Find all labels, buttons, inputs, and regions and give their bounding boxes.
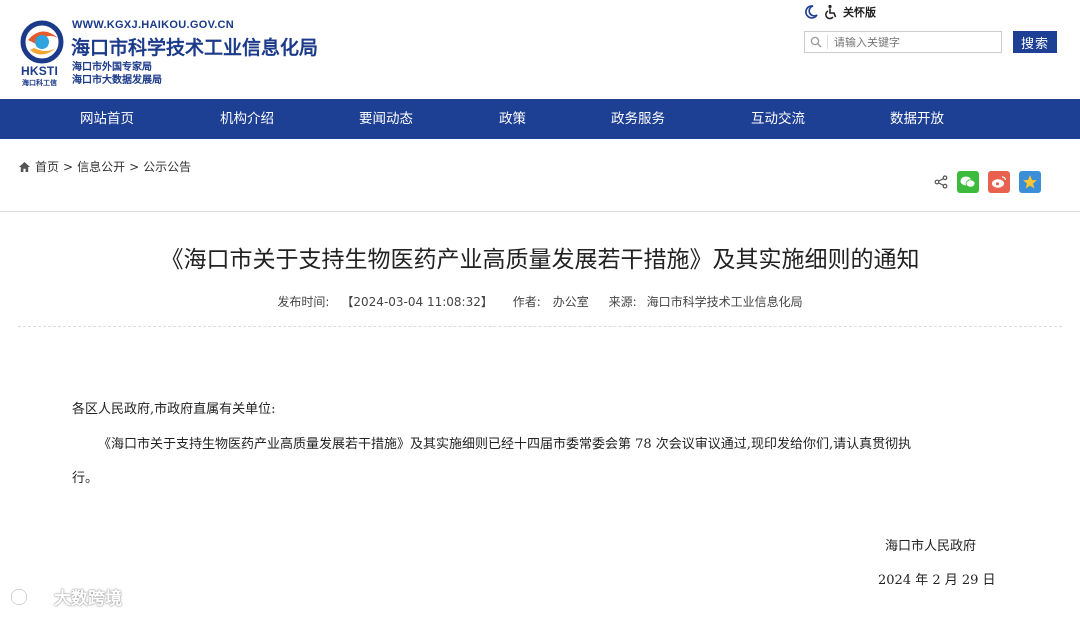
care-mode-link[interactable]: 关怀版 — [803, 3, 876, 21]
meta-divider — [18, 326, 1062, 327]
search-input[interactable] — [827, 35, 994, 49]
breadcrumb-home[interactable]: 首页 — [35, 158, 59, 175]
accessibility-moon-icon — [805, 5, 818, 19]
body-paragraph-line2: 行。 — [72, 471, 99, 486]
wheelchair-icon — [825, 4, 837, 20]
nav-item-home[interactable]: 网站首页 — [80, 99, 134, 139]
watermark-text: 大数跨境 — [54, 589, 122, 609]
site-title[interactable]: 海口市科学技术工业信息化局 — [71, 33, 318, 60]
signature-date: 2024 年 2 月 29 日 — [878, 573, 996, 588]
logo-text: HKSTI — [21, 64, 58, 78]
salutation: 各区人民政府,市政府直属有关单位: — [72, 402, 276, 417]
nav-item-about[interactable]: 机构介绍 — [220, 99, 274, 139]
search-icon — [805, 36, 827, 48]
weibo-share-icon[interactable] — [988, 171, 1010, 193]
nav-item-news[interactable]: 要闻动态 — [359, 99, 413, 139]
watermark: 大数跨境 — [10, 584, 122, 609]
breadcrumb-separator: > — [63, 159, 74, 174]
nav-item-interaction[interactable]: 互动交流 — [751, 99, 805, 139]
watermark-logo-icon — [10, 588, 43, 605]
wechat-share-icon[interactable] — [957, 171, 979, 193]
breadcrumb-separator: > — [129, 159, 140, 174]
section-divider — [0, 211, 1080, 212]
site-subtitle-2: 海口市大数据发展局 — [72, 75, 162, 86]
nav-item-services[interactable]: 政务服务 — [611, 99, 665, 139]
care-mode-label: 关怀版 — [843, 6, 876, 19]
logo-subtext: 海口科工信 — [22, 79, 57, 87]
search-button[interactable]: 搜索 — [1013, 31, 1057, 53]
body-paragraph-line1: 《海口市关于支持生物医药产业高质量发展若干措施》及其实施细则已经十四届市委常委会… — [98, 437, 912, 452]
main-nav: 网站首页 机构介绍 要闻动态 政策 政务服务 互动交流 数据开放 — [0, 99, 1080, 139]
publish-time: 发布时间: 【2024-03-04 11:08:32】 — [277, 295, 493, 309]
article-meta: 发布时间: 【2024-03-04 11:08:32】 作者: 办公室 来源: 海口市… — [0, 293, 1080, 310]
breadcrumb: 首页 > 信息公开 > 公示公告 — [18, 158, 191, 175]
breadcrumb-announcements[interactable]: 公示公告 — [143, 158, 191, 175]
nav-item-policy[interactable]: 政策 — [499, 99, 526, 139]
source: 来源: 海口市科学技术工业信息化局 — [608, 295, 803, 309]
qzone-share-icon[interactable] — [1019, 171, 1041, 193]
signature: 海口市人民政府 — [885, 539, 977, 554]
author: 作者: 办公室 — [512, 295, 589, 309]
share-bar — [934, 171, 1041, 193]
site-url: WWW.KGXJ.HAIKOU.GOV.CN — [72, 19, 235, 31]
nav-item-open-data[interactable]: 数据开放 — [890, 99, 944, 139]
article-title: 《海口市关于支持生物医药产业高质量发展若干措施》及其实施细则的通知 — [160, 247, 920, 273]
home-icon — [19, 161, 30, 172]
breadcrumb-info-public[interactable]: 信息公开 — [77, 158, 125, 175]
search-box — [804, 31, 1002, 53]
site-header: HKSTI 海口科工信 WWW.KGXJ.HAIKOU.GOV.CN 海口市科学… — [0, 0, 1080, 98]
share-icon[interactable] — [934, 175, 948, 189]
